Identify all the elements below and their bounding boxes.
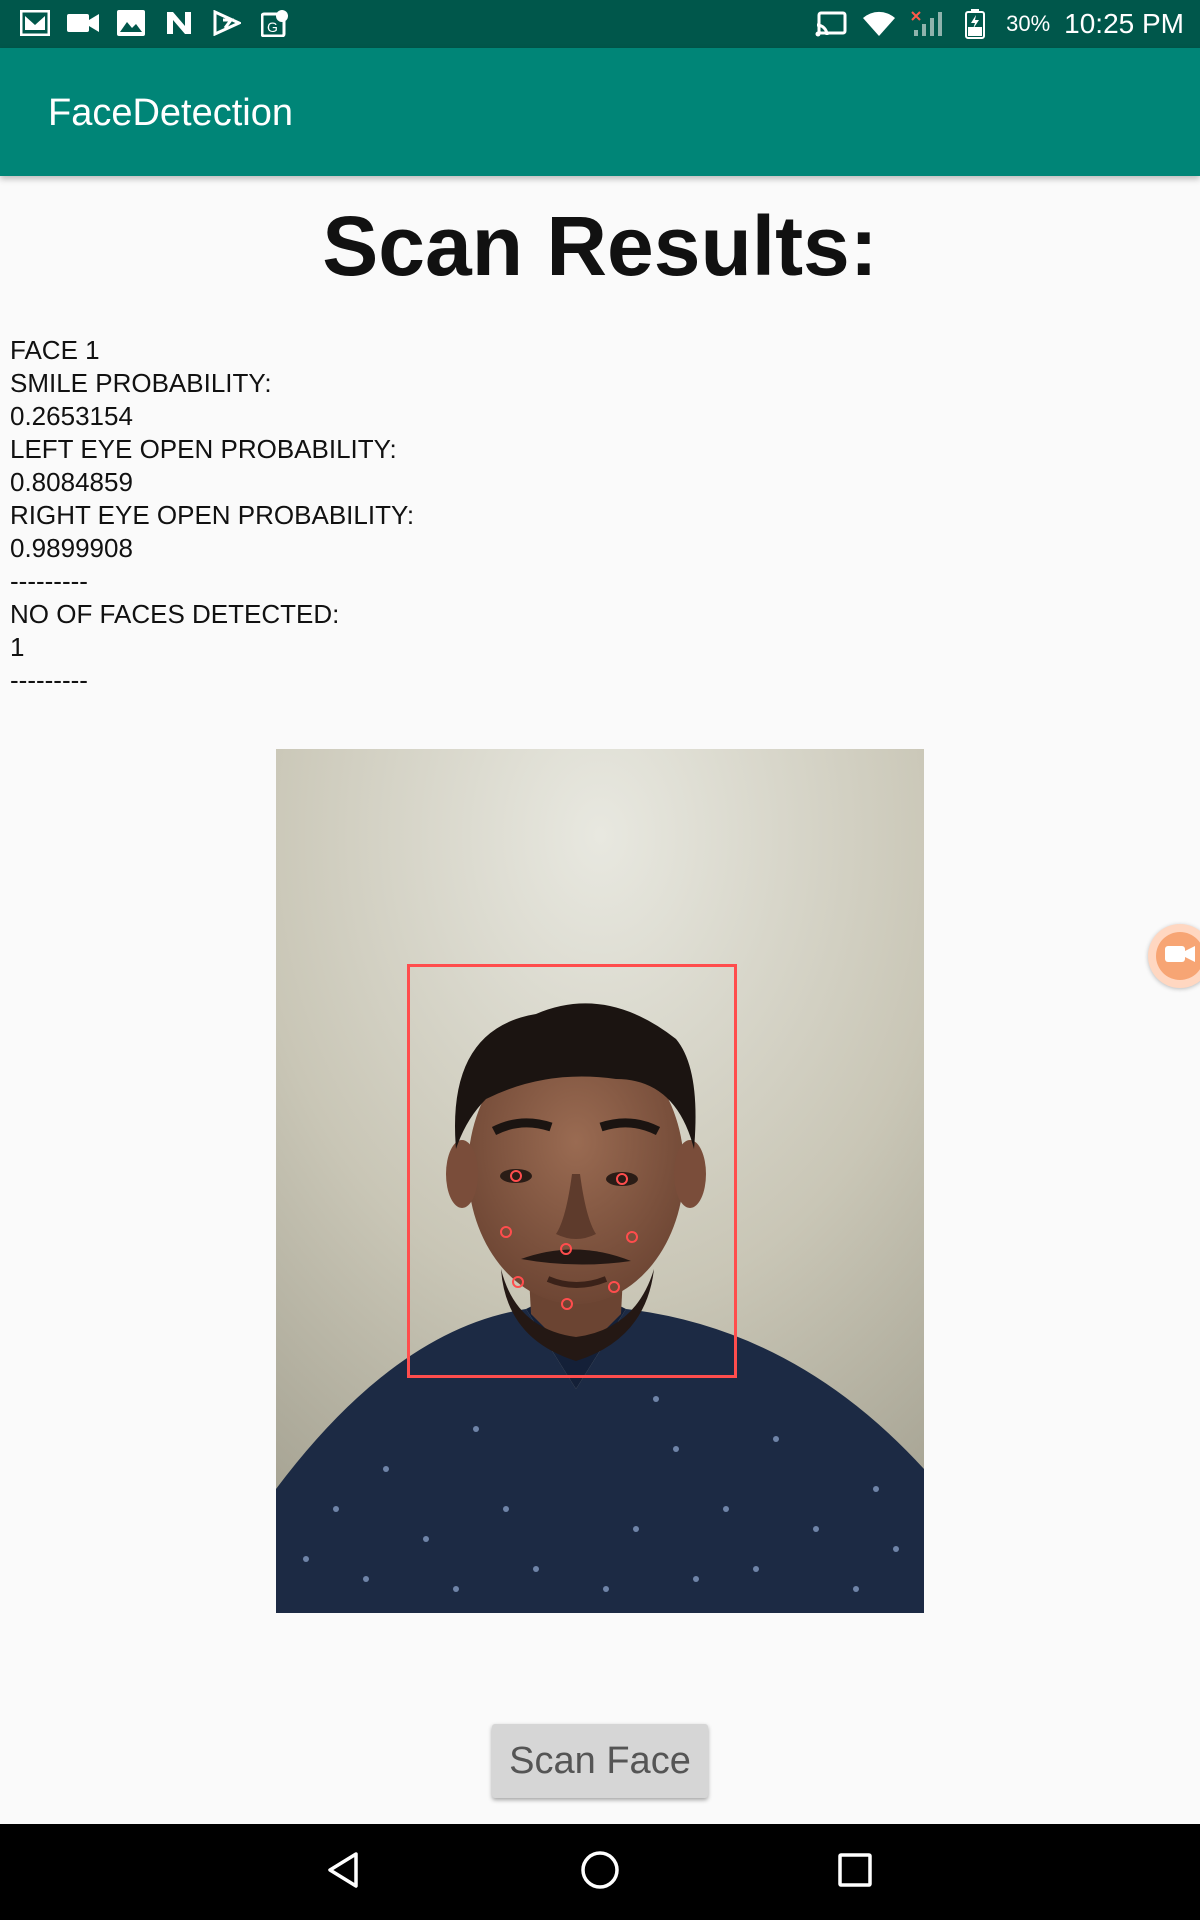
result-line: NO OF FACES DETECTED: [10,599,340,629]
video-camera-icon [1165,944,1195,969]
cast-icon [814,7,848,41]
signal-icon [910,7,944,41]
landmark-left-cheek [500,1226,512,1238]
result-line: 1 [10,632,25,662]
recents-icon [838,1852,872,1892]
landmark-right-cheek [626,1231,638,1243]
n-icon [162,6,196,40]
landmark-mouth-bottom [561,1298,573,1310]
battery-percent: 30% [1006,11,1051,36]
landmark-left-eye [510,1170,522,1182]
gmail-icon [18,6,52,40]
status-time: 10:25 PM [1064,8,1184,39]
landmark-mouth-right [608,1281,620,1293]
video-icon [66,6,100,40]
home-button[interactable] [570,1844,630,1900]
screen-record-floating-button[interactable] [1148,924,1200,988]
scan-results-text: FACE 1 SMILE PROBABILITY: 0.2653154 LEFT… [10,334,810,697]
back-icon [326,1851,360,1894]
result-line: FACE 1 [10,335,100,365]
home-icon [580,1850,620,1895]
result-line: 0.2653154 [10,401,133,431]
status-bar: G 30% 10:25 PM [0,0,1200,48]
recents-button[interactable] [825,1844,885,1900]
result-line: 0.8084859 [10,467,133,497]
gallery-icon [114,6,148,40]
app-bar: FaceDetection [0,48,1200,176]
result-line: LEFT EYE OPEN PROBABILITY: [10,434,397,464]
wifi-icon [862,7,896,41]
result-line: --------- [10,665,88,695]
scanned-photo [276,749,924,1613]
landmark-right-eye [616,1173,628,1185]
face-bounding-box [407,964,737,1378]
svg-text:G: G [267,19,278,35]
battery-icon [958,7,992,41]
landmark-mouth-left [512,1276,524,1288]
result-line: SMILE PROBABILITY: [10,368,272,398]
app-title: FaceDetection [48,92,294,134]
result-line: 0.9899908 [10,533,133,563]
play-store-icon [210,6,244,40]
result-line: --------- [10,566,88,596]
landmark-nose-base [560,1243,572,1255]
navigation-bar [0,1824,1200,1920]
page-title: Scan Results: [322,199,878,293]
result-line: RIGHT EYE OPEN PROBABILITY: [10,500,415,530]
scan-face-button[interactable]: Scan Face [492,1724,708,1798]
maps-icon: G [258,6,292,40]
back-button[interactable] [313,1844,373,1900]
